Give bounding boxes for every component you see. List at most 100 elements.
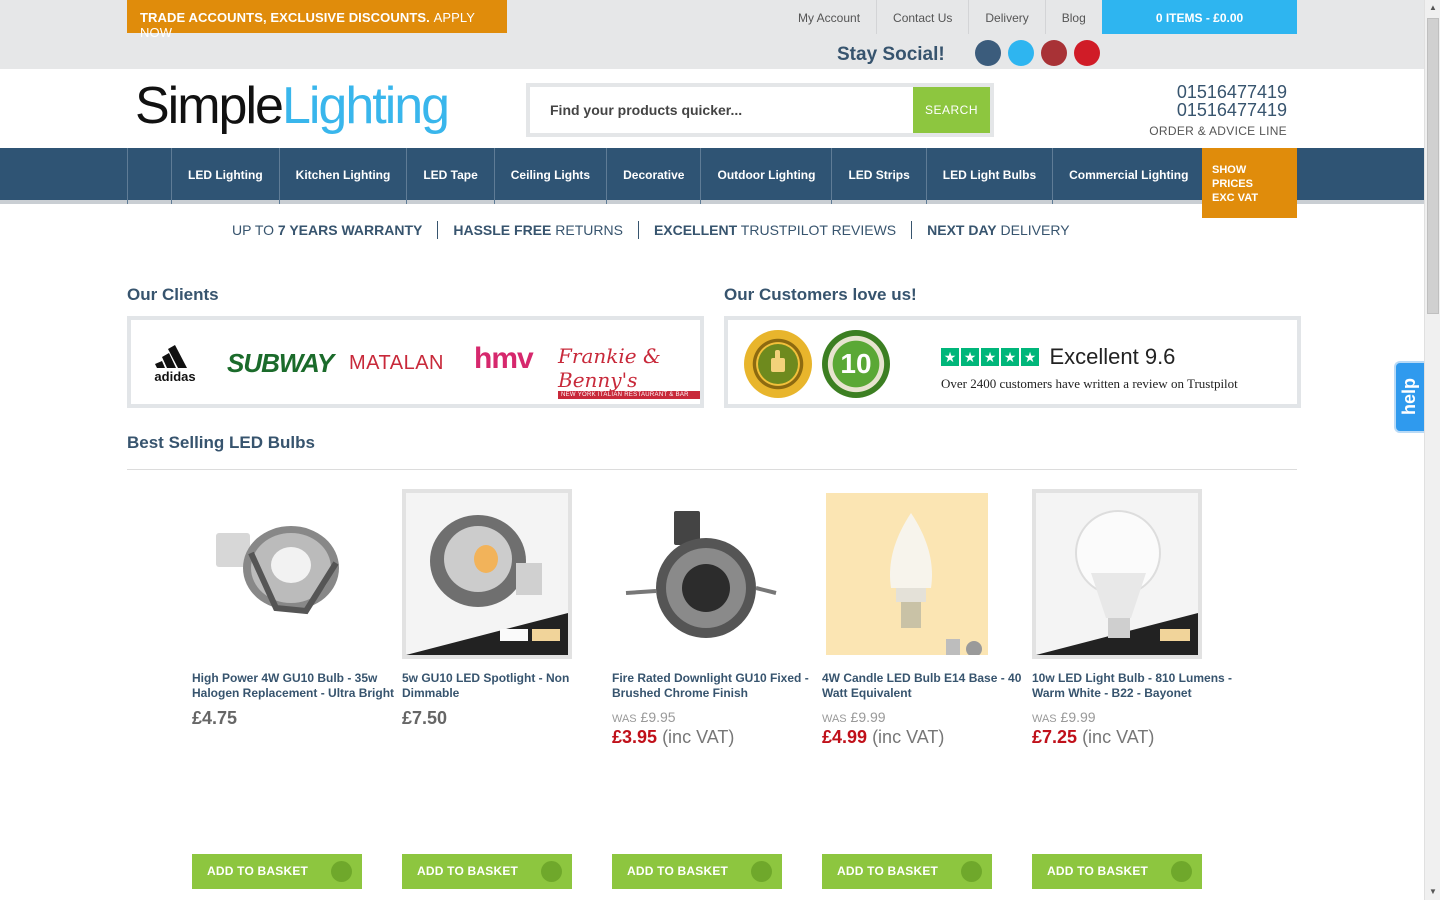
add-to-basket-button[interactable]: ADD TO BASKET: [402, 854, 572, 889]
trustpilot-stars-icon: ★ ★ ★ ★ ★: [941, 348, 1039, 366]
product-image[interactable]: [1032, 489, 1202, 659]
basket-arrow-icon: [1171, 861, 1192, 882]
logo-simple: Simple: [135, 77, 284, 135]
product-price: £4.75: [192, 708, 238, 728]
phone-block: 01516477419 01516477419 ORDER & ADVICE L…: [1149, 83, 1287, 138]
trade-accounts-banner[interactable]: TRADE ACCOUNTS, EXCLUSIVE DISCOUNTS. APP…: [127, 0, 507, 40]
sale-price: £7.25 (inc VAT): [1032, 727, 1155, 747]
trade-banner-text: TRADE ACCOUNTS, EXCLUSIVE DISCOUNTS.: [140, 10, 430, 25]
vat-line-3: EXC VAT: [1212, 192, 1259, 204]
twitter-icon[interactable]: [1008, 40, 1034, 66]
phone-number-1[interactable]: 01516477419: [1149, 83, 1287, 101]
nav-ceiling-lights[interactable]: Ceiling Lights: [493, 148, 606, 204]
review-count-text: Over 2400 customers have written a revie…: [941, 376, 1238, 391]
usp-strip: UP TO 7 YEARS WARRANTY HASSLE FREE RETUR…: [232, 221, 1085, 239]
trustpilot-top10-badge: 10: [822, 330, 890, 398]
cart-button[interactable]: 0 ITEMS - £0.00: [1102, 0, 1297, 34]
basket-arrow-icon: [331, 861, 352, 882]
google-plus-icon[interactable]: [1074, 40, 1100, 66]
product-card: 10w LED Light Bulb - 810 Lumens - Warm W…: [1032, 489, 1237, 748]
product-card: High Power 4W GU10 Bulb - 35w Halogen Re…: [192, 489, 397, 729]
nav-decorative[interactable]: Decorative: [606, 148, 700, 204]
help-label: help: [1399, 377, 1419, 415]
facebook-icon[interactable]: [975, 40, 1001, 66]
product-image[interactable]: [822, 489, 992, 659]
search-bar: SEARCH: [526, 83, 994, 137]
best-selling-heading: Best Selling LED Bulbs: [127, 433, 315, 452]
nav-home[interactable]: [127, 148, 171, 204]
add-to-basket-button[interactable]: ADD TO BASKET: [822, 854, 992, 889]
product-image[interactable]: [612, 489, 782, 659]
product-name[interactable]: High Power 4W GU10 Bulb - 35w Halogen Re…: [192, 671, 397, 700]
site-logo[interactable]: SimpleLighting: [135, 74, 450, 138]
nav-led-strips[interactable]: LED Strips: [831, 148, 925, 204]
reviews-heading: Our Customers love us!: [724, 285, 917, 304]
my-account-link[interactable]: My Account: [782, 0, 878, 34]
adidas-logo: adidas: [153, 344, 197, 384]
add-to-basket-button[interactable]: ADD TO BASKET: [192, 854, 362, 889]
product-name[interactable]: 4W Candle LED Bulb E14 Base - 40 Watt Eq…: [822, 671, 1027, 700]
search-input[interactable]: [530, 87, 912, 133]
logo-lighting: Lighting: [281, 77, 450, 135]
delivery-link[interactable]: Delivery: [969, 0, 1046, 34]
nav-led-tape[interactable]: LED Tape: [406, 148, 493, 204]
product-name[interactable]: 5w GU10 LED Spotlight - Non Dimmable: [402, 671, 607, 700]
product-card: Fire Rated Downlight GU10 Fixed - Brushe…: [612, 489, 817, 748]
hmv-logo: hmv: [474, 342, 534, 375]
usp-delivery: NEXT DAY DELIVERY: [927, 222, 1070, 238]
sale-price: £4.99 (inc VAT): [822, 727, 945, 747]
basket-arrow-icon: [961, 861, 982, 882]
sale-price: £3.95 (inc VAT): [612, 727, 735, 747]
product-image[interactable]: [192, 489, 362, 659]
scroll-down-icon[interactable]: ▼: [1425, 884, 1440, 900]
product-price: £7.50: [402, 708, 448, 728]
product-card: 5w GU10 LED Spotlight - Non Dimmable £7.…: [402, 489, 607, 729]
order-advice-label: ORDER & ADVICE LINE: [1149, 124, 1287, 138]
was-price: WAS £9.99: [1032, 709, 1096, 725]
nav-kitchen-lighting[interactable]: Kitchen Lighting: [278, 148, 407, 204]
page-scrollbar[interactable]: ▲ ▼: [1424, 0, 1440, 900]
phone-number-2[interactable]: 01516477419: [1149, 101, 1287, 119]
subway-logo: SUBWAY: [227, 348, 334, 378]
scrollbar-thumb[interactable]: [1427, 18, 1439, 314]
clients-heading: Our Clients: [127, 285, 219, 304]
scroll-up-icon[interactable]: ▲: [1425, 0, 1440, 16]
product-name[interactable]: 10w LED Light Bulb - 810 Lumens - Warm W…: [1032, 671, 1237, 700]
contact-us-link[interactable]: Contact Us: [877, 0, 970, 34]
usp-trustpilot: EXCELLENT TRUSTPILOT REVIEWS: [639, 221, 913, 239]
vat-line-2: PRICES: [1212, 178, 1253, 190]
nav-commercial-lighting[interactable]: Commercial Lighting: [1052, 148, 1204, 204]
adidas-stripes-icon: [155, 345, 187, 368]
stay-social-label: Stay Social!: [837, 44, 945, 65]
rating-text: Excellent 9.6: [1049, 344, 1176, 369]
clients-box: adidas SUBWAY MATALAN hmv Frankie & Benn…: [127, 316, 704, 408]
frankie-bennys-logo: Frankie & Benny's NEW YORK ITALIAN RESTA…: [558, 344, 700, 399]
was-price: WAS £9.95: [612, 709, 676, 725]
ekomi-award-badge: [744, 330, 812, 398]
product-image[interactable]: [402, 489, 572, 659]
top-links: My Account Contact Us Delivery Blog: [782, 0, 1102, 34]
basket-arrow-icon: [541, 861, 562, 882]
basket-arrow-icon: [751, 861, 772, 882]
nav-outdoor-lighting[interactable]: Outdoor Lighting: [700, 148, 831, 204]
thumbs-up-icon: [758, 344, 798, 384]
trustpilot-rating[interactable]: ★ ★ ★ ★ ★ Excellent 9.6 Over 2400 customers …: [941, 344, 1238, 392]
pinterest-icon[interactable]: [1041, 40, 1067, 66]
search-button[interactable]: SEARCH: [913, 87, 990, 133]
blog-link[interactable]: Blog: [1046, 0, 1102, 34]
divider: [127, 469, 1297, 470]
show-prices-exc-vat-button[interactable]: SHOW PRICES EXC VAT: [1202, 148, 1297, 218]
add-to-basket-button[interactable]: ADD TO BASKET: [1032, 854, 1202, 889]
reviews-box: 10 ★ ★ ★ ★ ★ Excellent 9.6 Over 2400 custome…: [724, 316, 1301, 408]
vat-line-1: SHOW: [1212, 164, 1247, 176]
nav-led-light-bulbs[interactable]: LED Light Bulbs: [925, 148, 1052, 204]
was-price: WAS £9.99: [822, 709, 886, 725]
social-links: [975, 40, 1100, 66]
help-tab[interactable]: help: [1394, 361, 1424, 433]
add-to-basket-button[interactable]: ADD TO BASKET: [612, 854, 782, 889]
product-card: 4W Candle LED Bulb E14 Base - 40 Watt Eq…: [822, 489, 1027, 748]
product-name[interactable]: Fire Rated Downlight GU10 Fixed - Brushe…: [612, 671, 817, 700]
matalan-logo: MATALAN: [349, 352, 444, 374]
nav-led-lighting[interactable]: LED Lighting: [171, 148, 279, 204]
usp-returns: HASSLE FREE RETURNS: [438, 221, 639, 239]
